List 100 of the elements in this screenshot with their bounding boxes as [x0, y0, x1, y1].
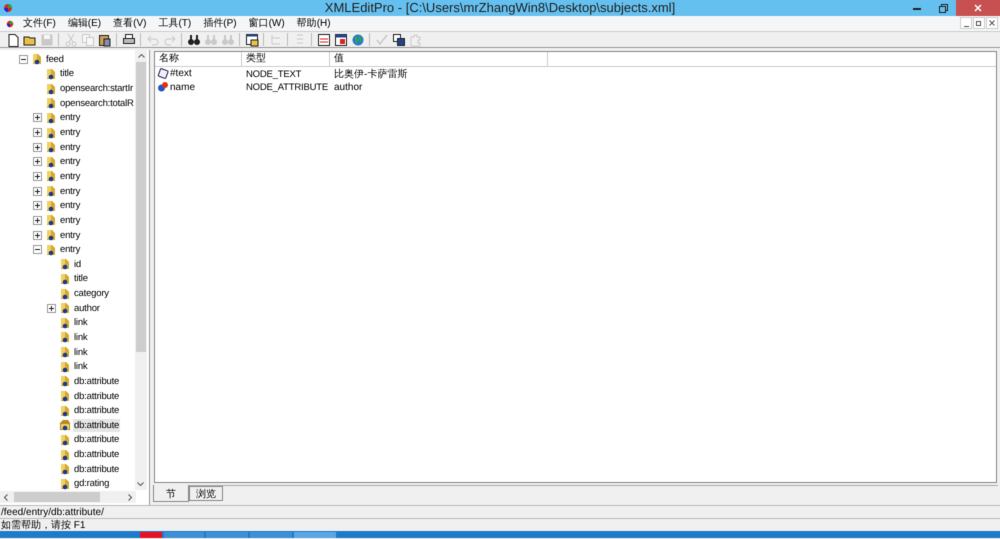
- close-icon: [989, 20, 995, 26]
- element-icon: [45, 141, 57, 154]
- element-icon: [45, 229, 57, 241]
- element-icon: [59, 390, 71, 402]
- tree-item[interactable]: entry: [59, 111, 82, 124]
- status-text: 如需帮助，请按 F1: [0, 518, 86, 532]
- menu-item[interactable]: 工具(T): [152, 16, 198, 30]
- menu-item[interactable]: 窗口(W): [242, 16, 291, 30]
- tree-item[interactable]: entry: [59, 140, 82, 154]
- expand-icon[interactable]: [32, 128, 42, 138]
- column-header[interactable]: 类型: [242, 52, 330, 66]
- tree-item[interactable]: opensearch:totalR: [59, 96, 135, 110]
- close-button[interactable]: [986, 17, 998, 29]
- tree-item[interactable]: db:attribute: [73, 448, 120, 462]
- document-icon: [6, 20, 14, 28]
- app-icon: [3, 3, 13, 13]
- element-icon: [59, 331, 71, 344]
- menu-item[interactable]: 文件(F): [17, 16, 62, 30]
- expand-icon[interactable]: [32, 172, 42, 181]
- expand-icon[interactable]: [32, 186, 42, 196]
- element-icon: [59, 360, 71, 373]
- tree-item[interactable]: db:attribute: [73, 418, 120, 432]
- element-icon: [45, 170, 57, 182]
- tree-item[interactable]: opensearch:startIr: [59, 82, 134, 96]
- tree-item[interactable]: id: [73, 258, 82, 271]
- restore-button[interactable]: [973, 17, 985, 29]
- element-icon: [45, 97, 57, 110]
- minimize-button[interactable]: [960, 17, 972, 29]
- element-icon: [59, 448, 71, 461]
- expand-icon[interactable]: [46, 304, 56, 313]
- element-icon: [59, 419, 71, 432]
- element-icon: [59, 404, 71, 417]
- tree-item[interactable]: db:attribute: [73, 433, 120, 446]
- element-icon: [31, 53, 43, 66]
- tree-item[interactable]: title: [73, 272, 89, 286]
- tree-item[interactable]: entry: [59, 228, 82, 242]
- menu-item[interactable]: 查看(V): [107, 16, 152, 30]
- scroll-thumb[interactable]: [136, 62, 146, 352]
- expand-icon[interactable]: [32, 142, 42, 152]
- tab[interactable]: 节: [153, 485, 189, 502]
- restore-icon: [976, 20, 982, 26]
- tree-item[interactable]: link: [73, 360, 88, 374]
- window-title: XMLEditPro - [C:\Users\mrZhangWin8\Desktop\subjects.xml]: [324, 0, 676, 18]
- element-icon: [59, 302, 71, 314]
- minimize-icon: [964, 26, 968, 28]
- collapse-icon[interactable]: [32, 245, 42, 254]
- tree-item[interactable]: link: [73, 316, 88, 330]
- column-header[interactable]: 值: [330, 52, 548, 66]
- scroll-up-icon: [138, 54, 144, 58]
- tree-item[interactable]: link: [73, 346, 88, 359]
- element-icon: [59, 272, 71, 285]
- tree-item[interactable]: db:attribute: [73, 462, 120, 476]
- scroll-down-icon: [137, 482, 144, 486]
- element-icon: [45, 126, 57, 139]
- node-path: /feed/entry/db:attribute/: [0, 506, 104, 520]
- menu-item[interactable]: 插件(P): [197, 16, 243, 30]
- scroll-thumb[interactable]: [14, 492, 100, 502]
- minimize-icon: [913, 6, 921, 10]
- tree-item[interactable]: db:attribute: [73, 374, 120, 388]
- tree-item[interactable]: entry: [59, 170, 82, 183]
- close-icon: [974, 4, 982, 12]
- element-icon: [45, 112, 57, 124]
- tree-item[interactable]: title: [59, 67, 75, 80]
- tree-item[interactable]: entry: [59, 155, 82, 168]
- tree-item[interactable]: entry: [59, 126, 82, 140]
- menu-item[interactable]: 编辑(E): [62, 16, 108, 30]
- tree-item[interactable]: gd:rating: [73, 477, 110, 490]
- element-icon: [59, 316, 71, 329]
- scroll-left-icon: [4, 494, 8, 500]
- tree-item[interactable]: entry: [59, 243, 82, 256]
- table-cell[interactable]: #text: [170, 66, 192, 82]
- expand-icon[interactable]: [32, 113, 42, 122]
- tree-item[interactable]: category: [73, 287, 110, 300]
- tree-item[interactable]: feed: [45, 52, 65, 66]
- column-header[interactable]: 名称: [155, 52, 242, 66]
- tree-item[interactable]: db:attribute: [73, 404, 120, 418]
- element-icon: [45, 82, 57, 95]
- expand-icon[interactable]: [32, 216, 42, 225]
- menu-item[interactable]: 帮助(H): [290, 16, 337, 30]
- element-icon: [45, 185, 57, 198]
- scroll-right-icon: [128, 494, 132, 500]
- element-icon: [59, 478, 71, 490]
- tree-item[interactable]: entry: [59, 184, 82, 198]
- table-cell[interactable]: name: [170, 80, 196, 95]
- restore-icon: [938, 4, 948, 12]
- tab[interactable]: 浏览: [189, 486, 223, 501]
- tree-item[interactable]: link: [73, 330, 88, 344]
- expand-icon[interactable]: [32, 201, 42, 210]
- table-cell: NODE_ATTRIBUTE: [246, 82, 328, 93]
- tree-item[interactable]: db:attribute: [73, 390, 120, 403]
- element-icon: [59, 288, 71, 300]
- close-button[interactable]: [956, 0, 1000, 16]
- text-node-icon: [157, 68, 169, 80]
- expand-icon[interactable]: [32, 230, 42, 240]
- tree-item[interactable]: entry: [59, 199, 82, 212]
- collapse-icon[interactable]: [18, 54, 28, 64]
- element-icon: [59, 346, 71, 358]
- tree-item[interactable]: entry: [59, 214, 82, 227]
- expand-icon[interactable]: [32, 157, 42, 166]
- tree-item[interactable]: author: [73, 302, 101, 315]
